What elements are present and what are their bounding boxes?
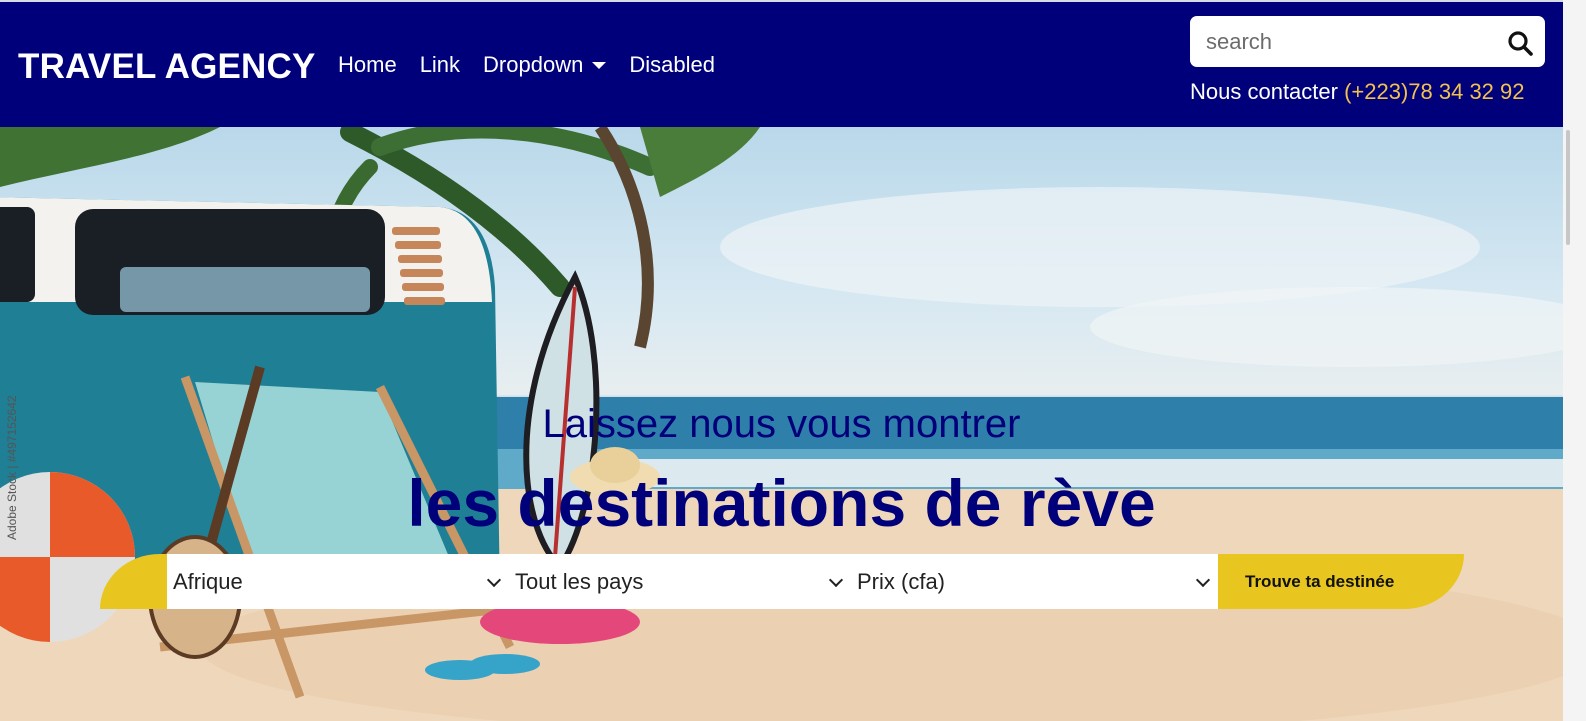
page-scrollbar[interactable] [1563, 0, 1586, 721]
scrollbar-thumb[interactable] [1566, 130, 1570, 245]
destination-search-bar: Afrique Tout les pays Prix (cfa) Trouve … [100, 554, 1464, 609]
country-value: Tout les pays [515, 568, 644, 594]
navbar: TRAVEL AGENCY Home Link Dropdown Disable… [0, 0, 1563, 127]
price-select[interactable]: Prix (cfa) [851, 554, 1218, 609]
price-value: Prix (cfa) [857, 568, 945, 594]
brand-logo[interactable]: TRAVEL AGENCY [18, 47, 316, 87]
continent-value: Afrique [173, 568, 243, 594]
hero-subtitle: Laissez nous vous montrer [542, 402, 1021, 446]
contact-phone[interactable]: (+223)78 34 32 92 [1344, 79, 1524, 104]
chevron-down-icon [1195, 572, 1211, 588]
caret-down-icon [592, 61, 607, 69]
contact-info: Nous contacter (+223)78 34 32 92 [1190, 79, 1525, 105]
search-input[interactable] [1206, 16, 1496, 67]
search-box [1190, 16, 1545, 67]
hero-title: les destinations de rève [407, 466, 1156, 540]
find-destination-button[interactable]: Trouve ta destinée [1218, 554, 1464, 609]
nav-disabled-link: Disabled [629, 52, 715, 77]
search-bar-cap [100, 554, 167, 609]
nav-home-link[interactable]: Home [338, 52, 397, 78]
nav-dropdown-label: Dropdown [483, 52, 584, 77]
nav-links: Home Link Dropdown Disabled [338, 52, 715, 78]
chevron-down-icon [828, 572, 844, 588]
country-select[interactable]: Tout les pays [509, 554, 851, 609]
contact-label: Nous contacter [1190, 79, 1345, 104]
continent-select[interactable]: Afrique [167, 554, 509, 609]
nav-link-link[interactable]: Link [420, 52, 460, 78]
nav-dropdown-toggle[interactable]: Dropdown [483, 52, 607, 78]
search-icon[interactable] [1507, 30, 1533, 56]
chevron-down-icon [486, 572, 502, 588]
